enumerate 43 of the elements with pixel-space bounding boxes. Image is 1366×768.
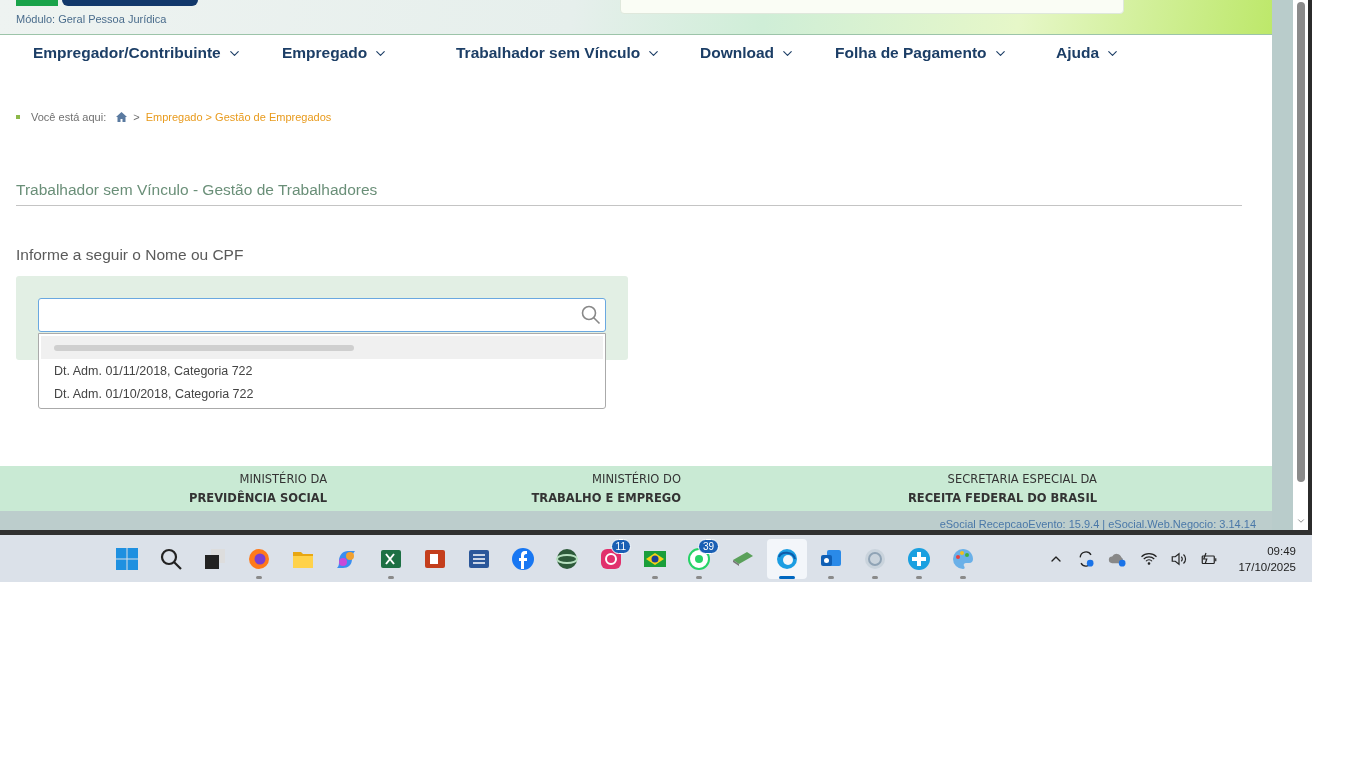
stacked-squares-icon (203, 546, 227, 571)
clock-time: 09:49 (1267, 543, 1296, 559)
breadcrumb-separator: > (133, 111, 140, 123)
version-text: eSocial RecepcaoEvento: 15.9.4 | eSocial.Web.Negocio: 3.14.14 (939, 518, 1256, 530)
nav-menu-item[interactable]: Download (700, 44, 796, 62)
bullet (16, 115, 20, 119)
card-icon (732, 551, 754, 566)
search-label: Informe a seguir o Nome ou CPF (16, 246, 245, 264)
footer-text: SECRETARIA ESPECIAL DA (946, 470, 1097, 488)
search-icon[interactable] (581, 305, 601, 325)
search-field[interactable] (38, 298, 606, 332)
footer-text: RECEITA FEDERAL DO BRASIL (906, 489, 1097, 507)
globe-icon (555, 546, 579, 571)
circle-icon (511, 546, 535, 571)
fox-globe-icon (247, 546, 271, 571)
search-icon (159, 546, 183, 571)
nav-menu-item[interactable]: Ajuda (1056, 44, 1121, 62)
footer-text: PREVIDÊNCIA SOCIAL (188, 489, 327, 507)
wave-circle-icon (775, 546, 799, 571)
clock-date: 17/10/2025 (1238, 559, 1296, 575)
notification-badge: 39 (697, 538, 719, 554)
footer-text: MINISTÉRIO DA (238, 470, 327, 488)
taskbar-app-button[interactable]: 11 (591, 538, 631, 579)
nav-menu-item[interactable]: Trabalhador sem Vínculo (456, 44, 662, 62)
nav-menu-item[interactable]: Empregador/Contribuinte (33, 44, 242, 62)
palette-icon (951, 546, 975, 571)
scroll-down-icon[interactable] (1295, 516, 1306, 526)
nav-menu-item[interactable]: Folha de Pagamento (835, 44, 1008, 62)
taskbar-app-button[interactable]: 39 (679, 538, 719, 579)
module-label: Módulo: Geral Pessoa Jurídica (16, 13, 167, 25)
home-icon[interactable] (116, 112, 128, 122)
plus-circle-icon (907, 546, 931, 571)
logo-bar (16, 0, 58, 6)
footer-text: TRABALHO E EMPREGO (530, 489, 681, 507)
scroll-thumb[interactable] (1296, 2, 1305, 482)
four-squares-icon (115, 546, 139, 571)
ring-icon (863, 546, 887, 571)
notification-badge: 11 (610, 538, 631, 554)
nav-menu-item[interactable]: Empregado (282, 44, 389, 62)
footer-text: MINISTÉRIO DO (591, 470, 681, 488)
page-title: Trabalhador sem Vínculo - Gestão de Trabalhadores (16, 181, 1242, 206)
breadcrumb-label: Você está aqui: (31, 111, 107, 123)
taskbar-app-button[interactable] (767, 538, 807, 579)
